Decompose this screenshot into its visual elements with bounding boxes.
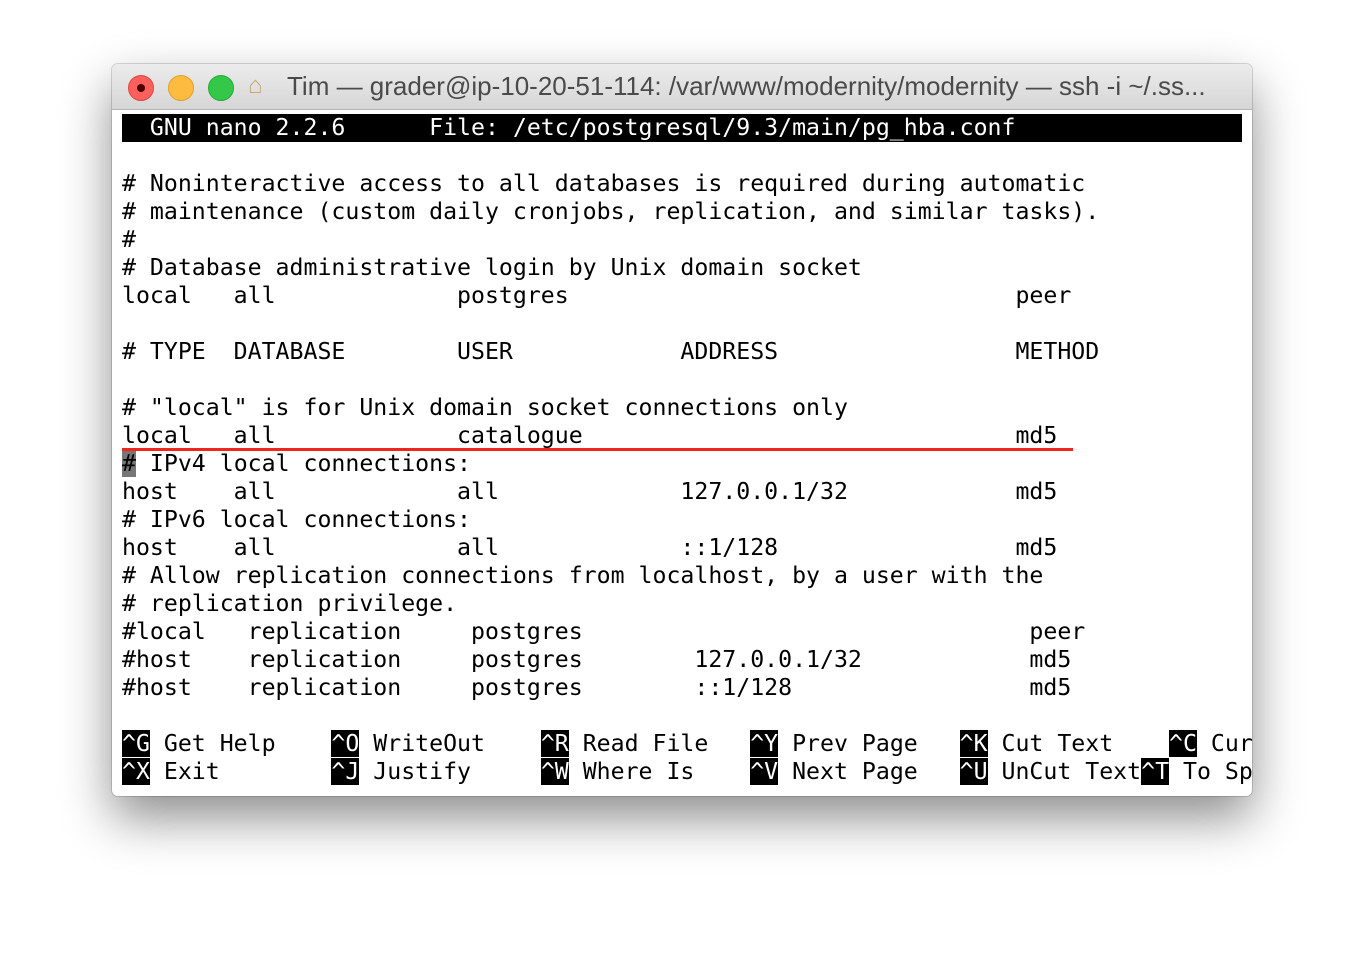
shortcut-label[interactable]: Read File	[569, 730, 750, 757]
text-cursor: #	[122, 450, 136, 477]
file-line[interactable]: # replication privilege.	[122, 590, 1242, 618]
file-line[interactable]: # "local" is for Unix domain socket conn…	[122, 394, 1242, 422]
shortcut-label[interactable]: Cut Text	[988, 730, 1169, 757]
nano-header: GNU nano 2.2.6 File: /etc/postgresql/9.3…	[122, 114, 1242, 142]
file-line[interactable]: # Database administrative login by Unix …	[122, 254, 1242, 282]
minimize-button[interactable]	[168, 75, 194, 101]
shortcut-key[interactable]: ^C	[1169, 730, 1197, 757]
file-line-highlighted[interactable]: local all catalogue md5	[122, 422, 1242, 450]
shortcut-key[interactable]: ^V	[750, 758, 779, 785]
file-line[interactable]: #host replication postgres ::1/128 md5	[122, 674, 1242, 702]
shortcut-label[interactable]: Exit	[150, 758, 331, 785]
shortcut-label[interactable]: UnCut Text	[988, 758, 1142, 785]
window-title: Tim — grader@ip-10-20-51-114: /var/www/m…	[287, 71, 1206, 101]
shortcut-label[interactable]: Justify	[359, 758, 540, 785]
home-icon: ⌂	[248, 73, 263, 99]
file-line[interactable]: host all all ::1/128 md5	[122, 534, 1242, 562]
file-line[interactable]: # TYPE DATABASE USER ADDRESS METHOD	[122, 338, 1242, 366]
shortcut-key[interactable]: ^Y	[750, 730, 779, 757]
file-line[interactable]: local all postgres peer	[122, 282, 1242, 310]
shortcut-label[interactable]: To Spell	[1169, 758, 1252, 785]
shortcut-label[interactable]: Prev Page	[778, 730, 959, 757]
file-line-cursor[interactable]: # IPv4 local connections:	[122, 450, 1242, 478]
shortcut-label[interactable]: Where Is	[569, 758, 750, 785]
file-line[interactable]: host all all 127.0.0.1/32 md5	[122, 478, 1242, 506]
file-line[interactable]: #host replication postgres 127.0.0.1/32 …	[122, 646, 1242, 674]
shortcut-label[interactable]: Get Help	[150, 730, 331, 757]
file-line[interactable]: # Noninteractive access to all databases…	[122, 170, 1242, 198]
zoom-button[interactable]	[208, 75, 234, 101]
file-line[interactable]: # IPv6 local connections:	[122, 506, 1242, 534]
file-line[interactable]	[122, 310, 1242, 338]
file-line[interactable]: # Allow replication connections from loc…	[122, 562, 1242, 590]
file-line[interactable]: #	[122, 226, 1242, 254]
shortcut-key[interactable]: ^X	[122, 758, 150, 785]
shortcut-key[interactable]: ^U	[959, 758, 988, 785]
shortcut-key[interactable]: ^G	[122, 730, 150, 757]
shortcut-key[interactable]: ^T	[1141, 758, 1170, 785]
file-line[interactable]: #local replication postgres peer	[122, 618, 1242, 646]
cursor-line-text: IPv4 local connections:	[135, 450, 472, 477]
shortcut-label[interactable]: Cur Pos	[1197, 730, 1252, 757]
shortcut-label[interactable]: WriteOut	[359, 730, 540, 757]
title-bar[interactable]: ⌂ Tim — grader@ip-10-20-51-114: /var/www…	[112, 64, 1252, 110]
file-line[interactable]	[122, 366, 1242, 394]
shortcut-label[interactable]: Next Page	[778, 758, 959, 785]
file-line[interactable]	[122, 142, 1242, 170]
file-line[interactable]: # maintenance (custom daily cronjobs, re…	[122, 198, 1242, 226]
terminal-window: ⌂ Tim — grader@ip-10-20-51-114: /var/www…	[112, 64, 1252, 796]
shortcut-key[interactable]: ^R	[540, 730, 569, 757]
shortcut-key[interactable]: ^K	[959, 730, 988, 757]
shortcut-bar-2: ^X Exit ^J Justify ^W Where Is ^V Next P…	[122, 758, 1252, 786]
file-line[interactable]	[122, 702, 1242, 730]
shortcut-key[interactable]: ^J	[331, 758, 360, 785]
red-underline-annotation	[122, 448, 1073, 451]
close-button[interactable]	[128, 75, 154, 101]
shortcut-key[interactable]: ^O	[331, 730, 360, 757]
shortcut-bar-1: ^G Get Help ^O WriteOut ^R Read File ^Y …	[122, 730, 1252, 758]
shortcut-key[interactable]: ^W	[540, 758, 569, 785]
